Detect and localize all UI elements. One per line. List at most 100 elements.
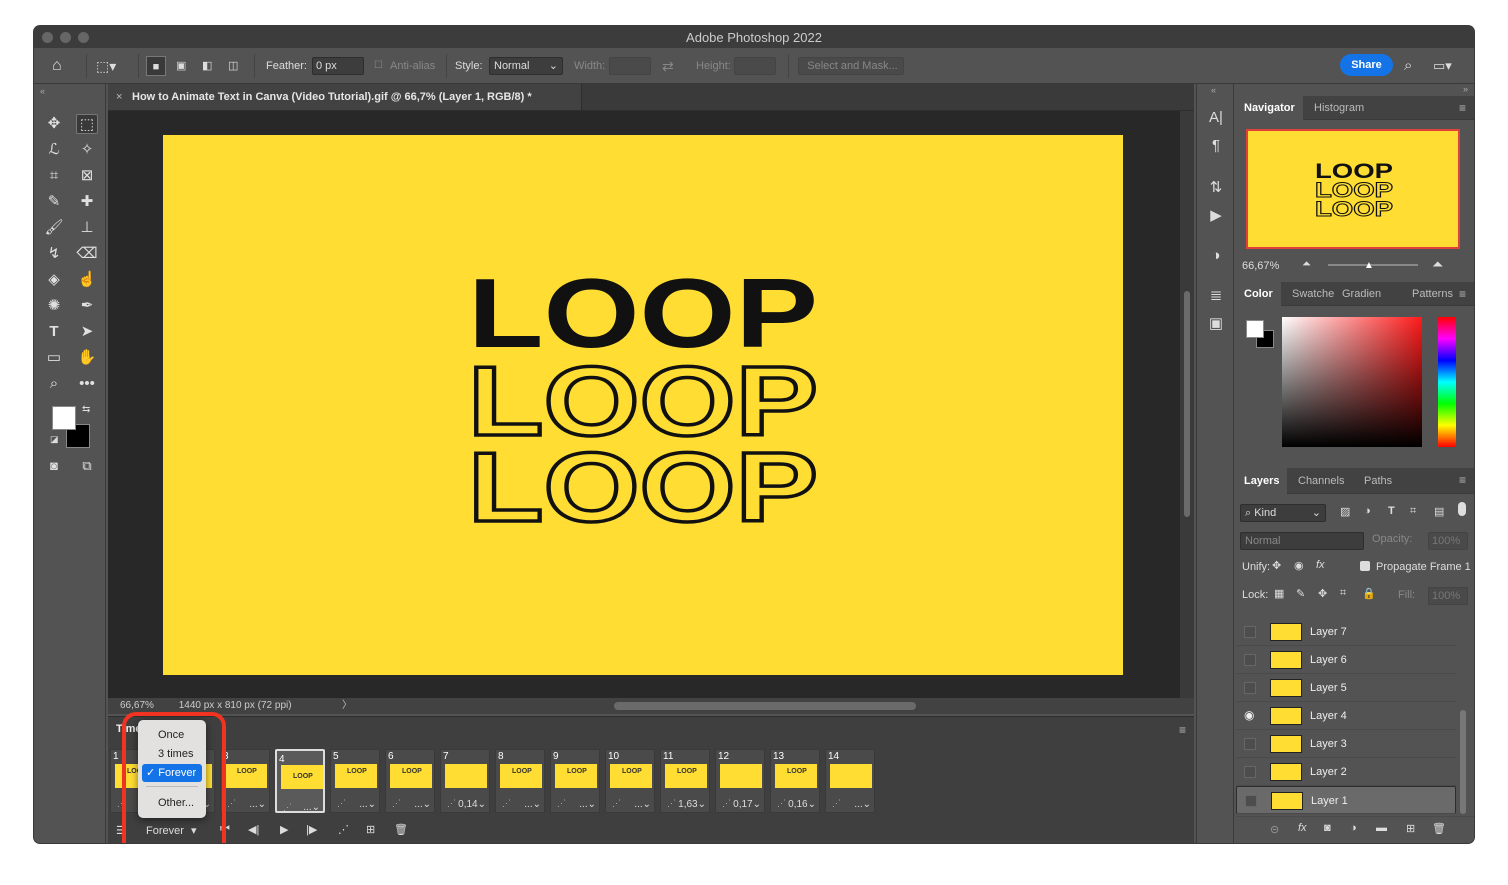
width-input[interactable] bbox=[609, 57, 651, 75]
close-window-button[interactable] bbox=[42, 32, 53, 43]
color-fg-swatch[interactable] bbox=[1246, 320, 1264, 338]
close-tab-icon[interactable]: × bbox=[116, 84, 122, 110]
timeline-frame[interactable]: 3 LOOP ⋰ ...⌄ bbox=[220, 749, 270, 813]
frame-delay[interactable]: ...⌄ bbox=[359, 799, 376, 810]
navigator-preview[interactable]: LOOP LOOP LOOP bbox=[1246, 129, 1460, 249]
visibility-toggle[interactable] bbox=[1244, 766, 1256, 778]
paragraph-panel-icon[interactable]: ¶ bbox=[1206, 136, 1226, 156]
layer-row[interactable]: Layer 3 bbox=[1236, 730, 1456, 758]
timeline-frame[interactable]: 8 LOOP ⋰ ...⌄ bbox=[495, 749, 545, 813]
visibility-toggle[interactable] bbox=[1244, 626, 1256, 638]
filter-shape-icon[interactable]: ⌗ bbox=[1410, 505, 1416, 518]
filter-type-icon[interactable]: T bbox=[1388, 505, 1395, 517]
tab-navigator[interactable]: Navigator bbox=[1236, 96, 1303, 120]
layers-scroll-thumb[interactable] bbox=[1460, 710, 1466, 814]
frame-disposal-icon[interactable]: ⋰ bbox=[667, 798, 676, 809]
zoom-window-button[interactable] bbox=[78, 32, 89, 43]
duplicate-frame-icon[interactable]: ⊞ bbox=[366, 823, 375, 836]
lock-pixels-icon[interactable]: ✎ bbox=[1296, 587, 1305, 600]
lock-artboard-icon[interactable]: ⌗ bbox=[1340, 587, 1346, 600]
magic-wand-tool-icon[interactable]: ✧ bbox=[76, 140, 98, 160]
lock-transparent-icon[interactable]: ▦ bbox=[1274, 587, 1284, 600]
filter-adjustment-icon[interactable]: ◑ bbox=[1364, 505, 1371, 517]
frame-delay[interactable]: ...⌄ bbox=[414, 799, 431, 810]
layer-row[interactable]: Layer 6 bbox=[1236, 646, 1456, 674]
quick-mask-icon[interactable]: ◙ bbox=[43, 456, 65, 476]
color-field[interactable] bbox=[1282, 317, 1422, 447]
search-icon[interactable]: ⌕ bbox=[1404, 56, 1412, 76]
swap-colors-icon[interactable]: ⇆ bbox=[82, 404, 90, 415]
frame-disposal-icon[interactable]: ⋰ bbox=[777, 798, 786, 809]
tab-color[interactable]: Color bbox=[1236, 282, 1281, 306]
frame-delay[interactable]: ...⌄ bbox=[634, 799, 651, 810]
frame-disposal-icon[interactable]: ⋰ bbox=[447, 798, 456, 809]
tab-layers[interactable]: Layers bbox=[1236, 468, 1288, 494]
color-menu-icon[interactable]: ≡ bbox=[1459, 287, 1466, 301]
blend-mode-select[interactable]: Normal bbox=[1240, 532, 1364, 550]
libraries-panel-icon[interactable]: ▣ bbox=[1206, 314, 1226, 334]
character-panel-icon[interactable]: A| bbox=[1206, 108, 1226, 128]
frame-delay[interactable]: ...⌄ bbox=[303, 800, 320, 816]
collapse-panels-icon[interactable]: » bbox=[1463, 84, 1468, 94]
smudge-tool-icon[interactable]: ☝ bbox=[76, 270, 98, 290]
previous-frame-icon[interactable]: ◀| bbox=[248, 823, 259, 836]
layer-row[interactable]: Layer 2 bbox=[1236, 758, 1456, 786]
swap-icon[interactable]: ⇄ bbox=[662, 56, 674, 76]
opacity-input[interactable]: 100% bbox=[1428, 532, 1468, 550]
frame-delay[interactable]: ...⌄ bbox=[249, 799, 266, 810]
pen-tool-icon[interactable]: ✒ bbox=[76, 296, 98, 316]
tween-icon[interactable]: ⋰ bbox=[338, 823, 349, 836]
timeline-frame[interactable]: 11 LOOP ⋰ 1,63⌄ bbox=[660, 749, 710, 813]
height-input[interactable] bbox=[734, 57, 776, 75]
clone-stamp-tool-icon[interactable]: ⊥ bbox=[76, 218, 98, 238]
intersect-selection-icon[interactable]: ◫ bbox=[228, 56, 238, 76]
collapse-tools-icon[interactable]: « bbox=[40, 86, 45, 96]
next-frame-icon[interactable]: |▶ bbox=[306, 823, 317, 836]
zoom-in-icon[interactable]: ⏶ bbox=[1432, 256, 1443, 273]
eraser-tool-icon[interactable]: ⌫ bbox=[76, 244, 98, 264]
zoom-slider-handle-icon[interactable]: ▲ bbox=[1364, 260, 1374, 271]
filter-pixel-icon[interactable]: ▨ bbox=[1340, 505, 1350, 518]
paint-bucket-tool-icon[interactable]: ◈ bbox=[43, 270, 65, 290]
new-layer-icon[interactable]: ⊞ bbox=[1406, 822, 1415, 835]
layer-row[interactable]: Layer 5 bbox=[1236, 674, 1456, 702]
frame-delay[interactable]: 0,17⌄ bbox=[733, 799, 761, 810]
delete-frame-icon[interactable]: 🗑 bbox=[394, 823, 408, 836]
dodge-tool-icon[interactable]: ✺ bbox=[43, 296, 65, 316]
status-chevron-icon[interactable]: 〉 bbox=[342, 698, 352, 714]
foreground-color-swatch[interactable] bbox=[52, 406, 76, 430]
status-zoom[interactable]: 66,67% bbox=[120, 700, 154, 711]
zoom-tool-icon[interactable]: ⌕ bbox=[43, 374, 65, 394]
crop-tool-icon[interactable]: ⌗ bbox=[43, 166, 65, 186]
propagate-checkbox[interactable] bbox=[1360, 561, 1370, 571]
workspace-icon[interactable]: ▭▾ bbox=[1433, 56, 1452, 76]
minimize-window-button[interactable] bbox=[60, 32, 71, 43]
frame-disposal-icon[interactable]: ⋰ bbox=[227, 798, 236, 809]
more-tools-icon[interactable]: ••• bbox=[76, 374, 98, 394]
layer-row[interactable]: ◉ Layer 4 bbox=[1236, 702, 1456, 730]
filter-smart-object-icon[interactable]: ▤ bbox=[1434, 505, 1444, 518]
adjustments-panel-icon[interactable]: ◑ bbox=[1206, 246, 1226, 266]
layer-row[interactable]: Layer 1 bbox=[1236, 786, 1456, 814]
lock-all-icon[interactable]: 🔒 bbox=[1362, 587, 1376, 600]
frame-disposal-icon[interactable]: ⋰ bbox=[337, 798, 346, 809]
timeline-frame[interactable]: 13 LOOP ⋰ 0,16⌄ bbox=[770, 749, 820, 813]
filter-toggle[interactable] bbox=[1458, 502, 1466, 516]
hand-tool-icon[interactable]: ✋ bbox=[76, 348, 98, 368]
style-select[interactable]: Normal ⌄ bbox=[489, 57, 563, 75]
navigator-zoom-value[interactable]: 66,67% bbox=[1242, 260, 1279, 272]
move-tool-icon[interactable]: ✥ bbox=[43, 114, 65, 134]
tab-patterns[interactable]: Patterns bbox=[1404, 282, 1461, 306]
link-layers-icon[interactable]: ⊝ bbox=[1270, 823, 1279, 836]
home-icon[interactable]: ⌂ bbox=[52, 56, 62, 76]
frame-tool-icon[interactable]: ⊠ bbox=[76, 166, 98, 186]
subtract-selection-icon[interactable]: ◧ bbox=[202, 56, 212, 76]
healing-brush-tool-icon[interactable]: ✚ bbox=[76, 192, 98, 212]
timeline-frame[interactable]: 6 LOOP ⋰ ...⌄ bbox=[385, 749, 435, 813]
hue-slider[interactable] bbox=[1438, 317, 1456, 447]
frame-delay[interactable]: ...⌄ bbox=[524, 799, 541, 810]
add-mask-icon[interactable]: ◙ bbox=[1324, 822, 1331, 834]
tab-histogram[interactable]: Histogram bbox=[1306, 96, 1372, 120]
document-tab[interactable]: × How to Animate Text in Canva (Video Tu… bbox=[108, 84, 582, 110]
visibility-toggle[interactable] bbox=[1244, 738, 1256, 750]
